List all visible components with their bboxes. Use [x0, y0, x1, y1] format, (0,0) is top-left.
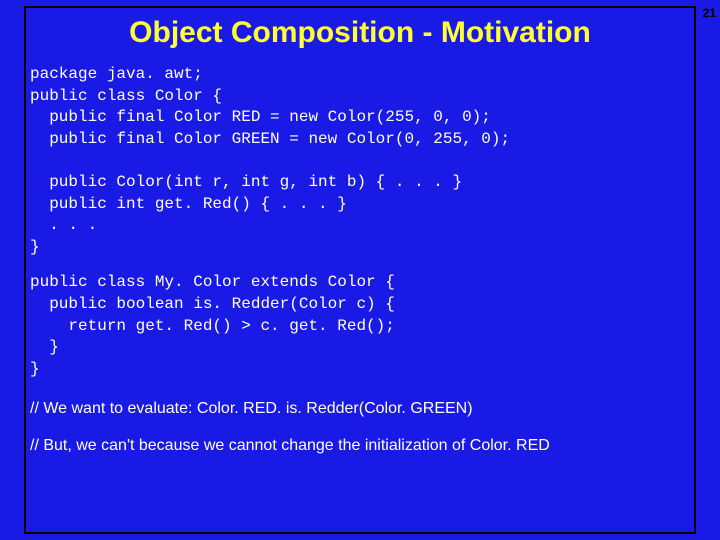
comment-line-1: // We want to evaluate: Color. RED. is. …	[30, 398, 694, 420]
slide-number: 21	[703, 6, 716, 20]
slide-title: Object Composition - Motivation	[26, 16, 694, 50]
code-block-1: package java. awt; public class Color { …	[30, 64, 694, 258]
slide-frame: Object Composition - Motivation package …	[24, 6, 696, 534]
comment-line-2: // But, we can't because we cannot chang…	[30, 435, 694, 457]
code-block-2: public class My. Color extends Color { p…	[30, 272, 694, 380]
